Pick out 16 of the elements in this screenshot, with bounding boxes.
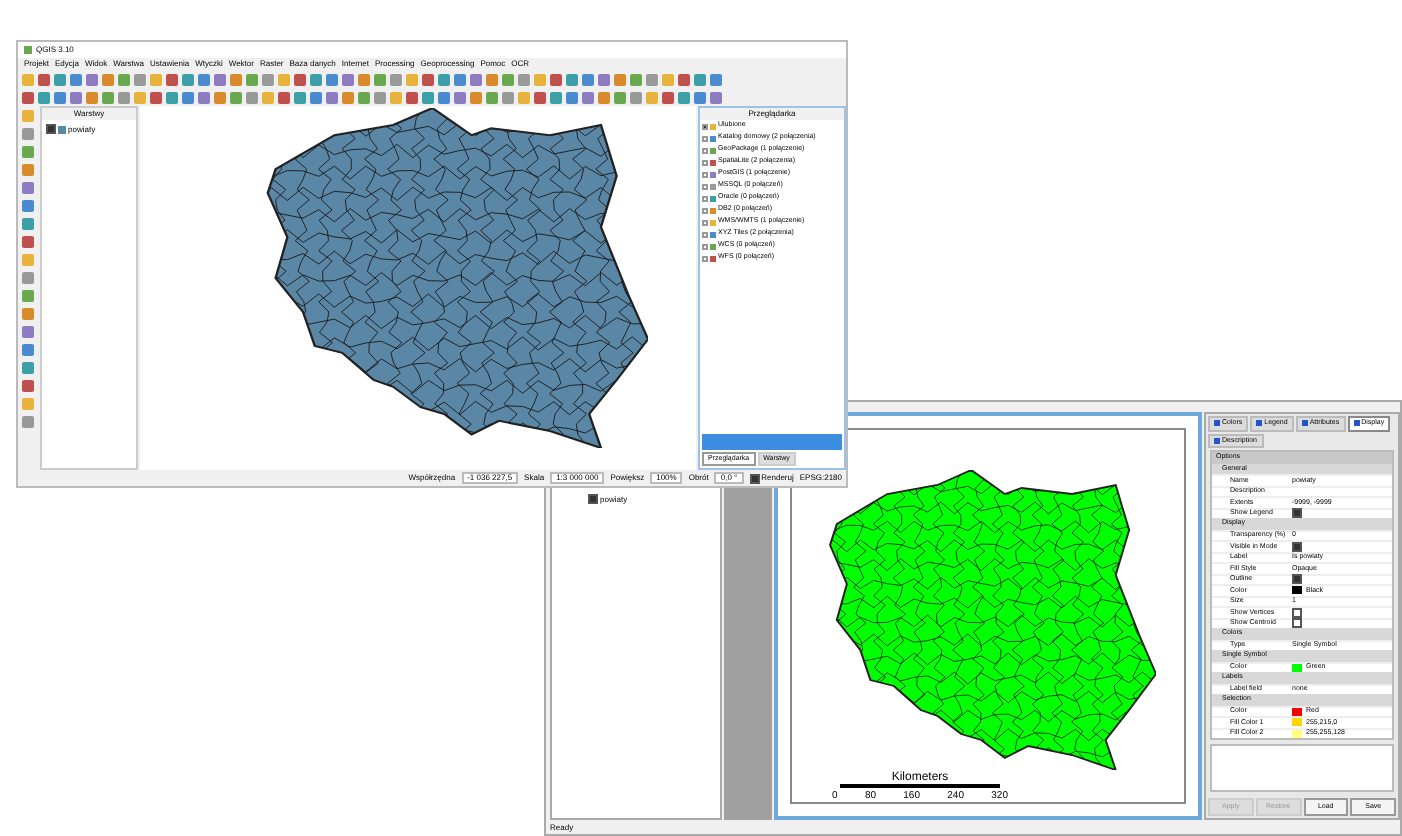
checkbox[interactable] (749, 473, 760, 483)
app-icon (24, 46, 32, 54)
color-swatch[interactable] (1292, 586, 1302, 595)
checkbox[interactable] (1292, 574, 1302, 585)
color-swatch[interactable] (1292, 663, 1302, 672)
color-swatch[interactable] (1292, 729, 1302, 738)
expander-icon[interactable] (702, 123, 708, 129)
checkbox[interactable] (46, 124, 56, 134)
color-swatch[interactable] (1292, 718, 1302, 727)
layer-swatch-icon (58, 125, 66, 133)
checkbox[interactable] (588, 494, 598, 504)
color-swatch[interactable] (1292, 707, 1302, 716)
checkbox[interactable] (1292, 618, 1302, 629)
notification-bar (702, 433, 842, 449)
checkbox[interactable] (1292, 541, 1302, 552)
checkbox[interactable] (1292, 607, 1302, 618)
